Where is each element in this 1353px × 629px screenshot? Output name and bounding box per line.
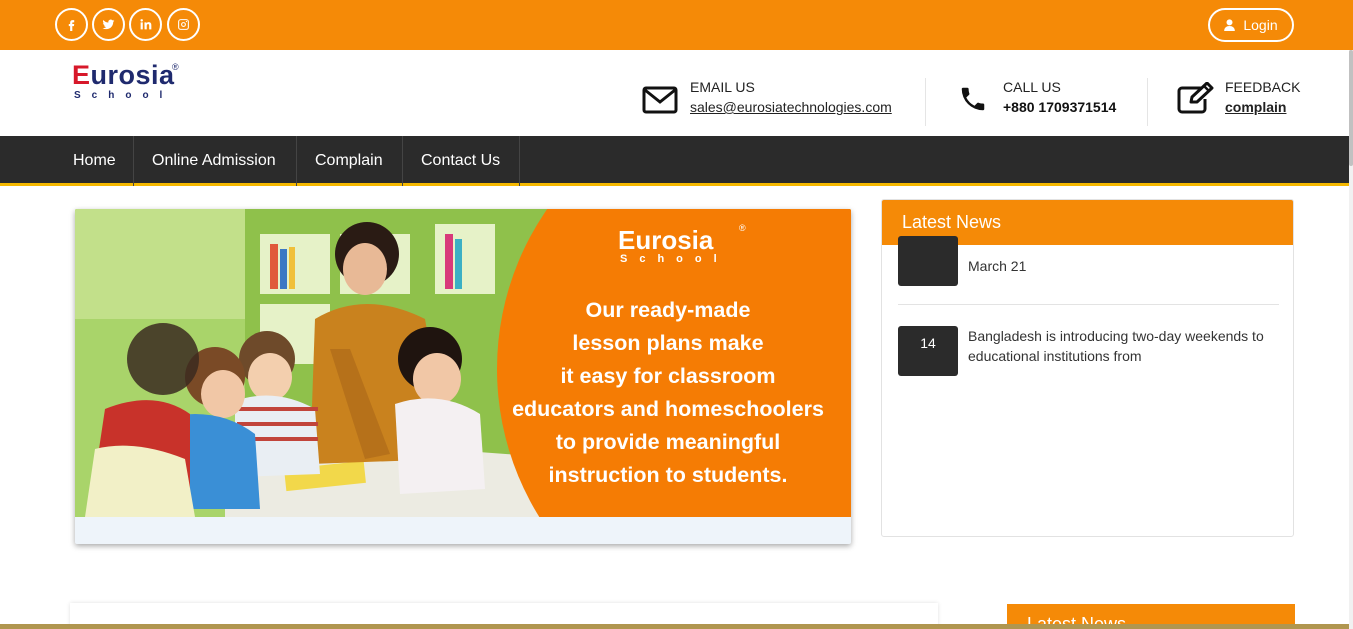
news-date-badge: 14	[898, 326, 958, 376]
nav-complain[interactable]: Complain	[297, 136, 403, 186]
site-header: Eurosia School ® EMAIL US sales@eurosiat…	[0, 50, 1353, 136]
site-logo[interactable]: Eurosia School ®	[72, 62, 187, 108]
feedback-label: FEEDBACK	[1225, 79, 1301, 95]
user-icon	[1224, 19, 1236, 31]
edit-icon	[1177, 82, 1214, 114]
twitter-icon[interactable]	[92, 8, 125, 41]
instagram-icon[interactable]	[167, 8, 200, 41]
phone-icon	[961, 87, 985, 111]
login-label: Login	[1243, 17, 1278, 33]
bottom-strip	[0, 624, 1353, 629]
latest-news-panel[interactable]: Latest News March 21 14 Bangladesh is in…	[881, 199, 1294, 537]
nav-online-admission[interactable]: Online Admission	[134, 136, 297, 186]
linkedin-icon[interactable]	[129, 8, 162, 41]
login-button[interactable]: Login	[1208, 8, 1294, 42]
contact-feedback: FEEDBACK complain	[1177, 76, 1307, 126]
main-nav: Home Online Admission Complain Contact U…	[0, 136, 1353, 186]
news-item-text[interactable]: Bangladesh is introducing two-day weeken…	[968, 326, 1278, 366]
contact-call: CALL US +880 1709371514	[958, 76, 1128, 126]
header-divider	[925, 78, 926, 126]
phone-number[interactable]: +880 1709371514	[1003, 99, 1116, 115]
complain-link[interactable]: complain	[1225, 99, 1286, 115]
email-link[interactable]: sales@eurosiatechnologies.com	[690, 99, 892, 115]
nav-home[interactable]: Home	[55, 136, 134, 186]
scrollbar-thumb[interactable]	[1349, 50, 1353, 166]
call-label: CALL US	[1003, 79, 1061, 95]
news-divider	[898, 304, 1279, 305]
envelope-icon	[642, 86, 678, 114]
news-date-badge	[898, 236, 958, 286]
banner-slider[interactable]: Eurosia School ® Our ready-made lesson p…	[75, 209, 851, 544]
nav-contact-us[interactable]: Contact Us	[403, 136, 520, 186]
banner-logo: Eurosia School ®	[618, 223, 746, 265]
top-bar: Login	[0, 0, 1353, 50]
facebook-icon[interactable]	[55, 8, 88, 41]
header-divider	[1147, 78, 1148, 126]
news-item-text[interactable]: March 21	[968, 256, 1278, 276]
email-label: EMAIL US	[690, 79, 755, 95]
banner-image: Eurosia School ® Our ready-made lesson p…	[75, 209, 851, 517]
contact-email: EMAIL US sales@eurosiatechnologies.com	[642, 76, 912, 126]
banner-headline: Our ready-made lesson plans make it easy…	[512, 298, 824, 487]
